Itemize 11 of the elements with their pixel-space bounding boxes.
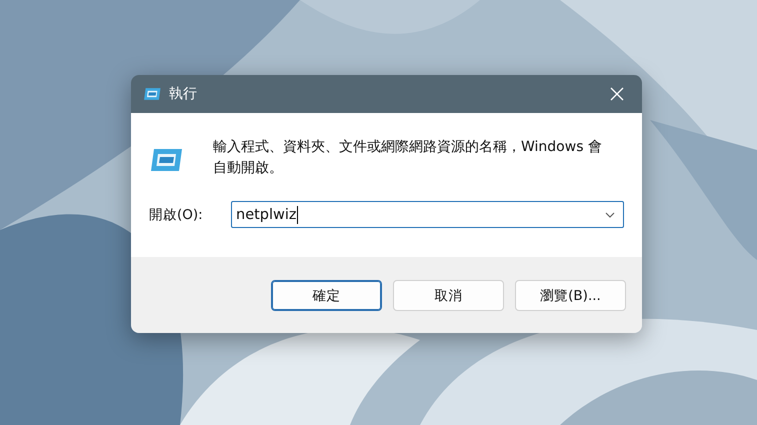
dropdown-icon[interactable] [605, 212, 615, 218]
open-field[interactable]: netplwiz [231, 201, 624, 228]
description-text: 輸入程式、資料夾、文件或網際網路資源的名稱，Windows 會自動開啟。 [213, 138, 603, 178]
dialog-button[interactable]: 瀏覽(B)... [515, 280, 626, 311]
window-title: 執行 [169, 85, 198, 103]
open-label: 開啟(O): [149, 206, 204, 224]
dialog-button[interactable]: 確定 [271, 280, 382, 311]
close-icon [610, 87, 624, 101]
run-icon [149, 147, 183, 173]
run-icon [143, 87, 161, 101]
dialog-button[interactable]: 取消 [393, 280, 504, 311]
